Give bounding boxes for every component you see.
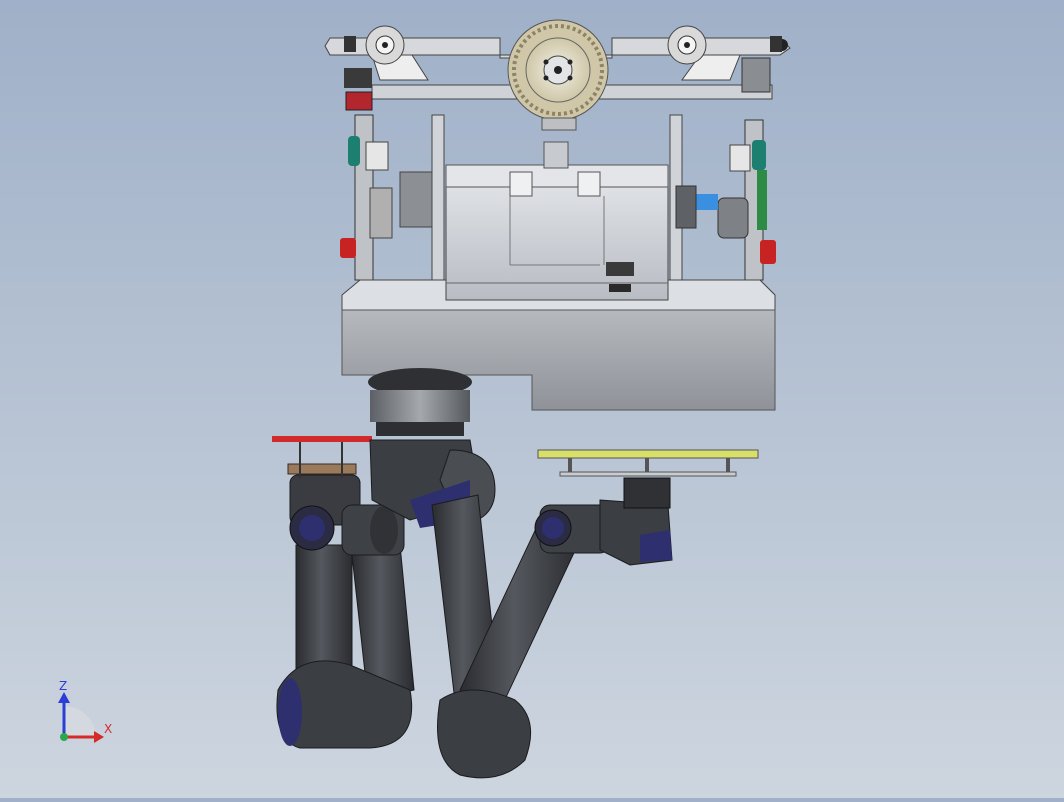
base-column [368,368,472,436]
cad-viewport[interactable]: Z X [0,0,1064,798]
z-axis-label: Z [59,679,67,693]
robot-arm-center [369,439,673,779]
x-axis-label: X [104,722,112,736]
drive-gear [507,19,609,131]
axis-triad: Z X [58,679,112,743]
gripper-plate [537,449,759,477]
